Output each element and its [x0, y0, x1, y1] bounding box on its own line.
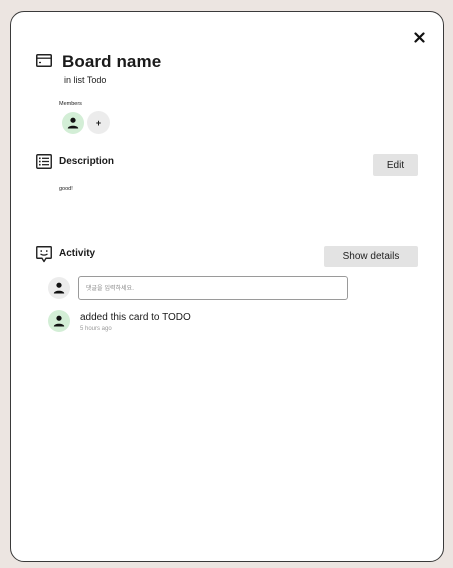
show-details-button[interactable]: Show details	[324, 246, 418, 267]
description-heading: Description	[59, 156, 115, 167]
activity-heading: Activity	[59, 248, 96, 259]
comment-icon	[36, 246, 52, 268]
edit-description-button[interactable]: Edit	[373, 154, 418, 176]
description-text[interactable]: good!	[59, 186, 73, 192]
members-label: Members	[59, 101, 82, 107]
list-icon	[36, 154, 52, 174]
member-avatar[interactable]	[62, 112, 84, 134]
user-icon	[53, 282, 65, 294]
activity-entry-text: added this card to TODO	[80, 312, 191, 323]
list-location: in list Todo	[64, 75, 107, 85]
user-icon	[53, 315, 65, 327]
current-user-avatar	[48, 277, 70, 299]
card-icon	[36, 54, 52, 72]
activity-entry-time: 5 hours ago	[80, 326, 112, 332]
card-detail-modal: Board name in list Todo Members + Descri…	[10, 11, 444, 562]
comment-input[interactable]	[78, 276, 348, 300]
user-icon	[67, 117, 79, 129]
add-member-button[interactable]: +	[87, 111, 110, 134]
card-title: Board name	[62, 52, 162, 71]
close-icon[interactable]	[412, 30, 426, 44]
activity-avatar	[48, 310, 70, 332]
